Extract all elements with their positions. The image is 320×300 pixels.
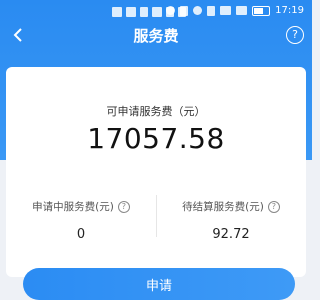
status-time: 17:19 (275, 5, 304, 16)
battery-icon (252, 5, 271, 16)
alarm-icon (193, 6, 203, 15)
system-icons: 17:19 (166, 5, 304, 16)
page-title: 服务费 (133, 27, 179, 45)
pending-fee-value: 0 (76, 227, 86, 242)
help-icon[interactable]: ? (286, 26, 304, 44)
chat-icon (126, 7, 136, 17)
settlement-fee-value: 92.72 (212, 227, 250, 242)
signal-icon (236, 6, 248, 15)
pending-fee-label: 申请中服务费(元) (32, 201, 114, 213)
pending-fee-label-row: 申请中服务费(元) ? (32, 199, 130, 214)
available-fee-amount: 17057.58 (87, 122, 225, 155)
settlement-fee-label-row: 待结算服务费(元) ? (182, 199, 280, 214)
vibrate-icon (207, 5, 216, 16)
wifi-icon (220, 6, 232, 15)
app-icon (140, 7, 148, 17)
message-icon (112, 7, 122, 17)
apply-button[interactable]: 申请 (23, 268, 295, 300)
nfc-icon (180, 5, 189, 16)
settlement-fee-label: 待结算服务费(元) (182, 201, 264, 213)
settlement-fee-section: 待结算服务费(元) ? 92.72 (156, 195, 306, 242)
status-bar: 17:19 (0, 0, 312, 24)
notification-icon (152, 7, 162, 17)
available-fee-label: 可申请服务费（元） (106, 105, 206, 118)
nav-bar: 服务费 ? (0, 24, 312, 46)
eye-icon (166, 6, 176, 15)
info-icon[interactable]: ? (267, 200, 280, 213)
info-icon[interactable]: ? (117, 200, 130, 213)
fee-summary-card: 可申请服务费（元） 17057.58 申请中服务费(元) ? 0 待结算服务费(… (6, 67, 306, 277)
pending-fee-section: 申请中服务费(元) ? 0 (6, 195, 156, 242)
